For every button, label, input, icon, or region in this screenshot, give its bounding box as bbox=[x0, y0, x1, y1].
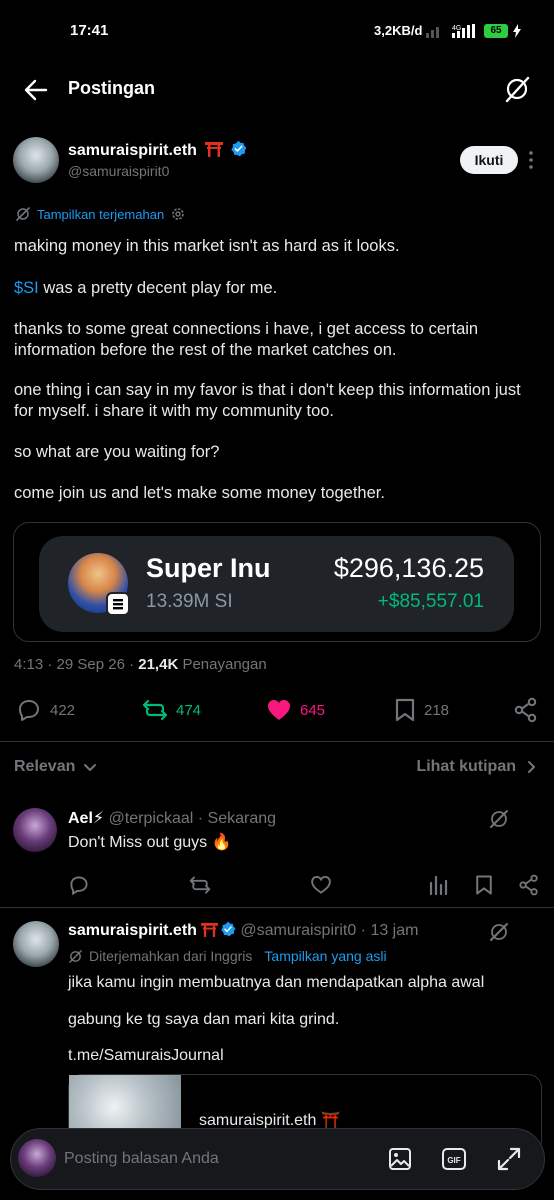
svg-text:GIF: GIF bbox=[447, 1156, 460, 1165]
verified-badge-icon bbox=[231, 140, 247, 157]
avatar[interactable] bbox=[13, 921, 59, 967]
views-icon[interactable] bbox=[428, 874, 450, 896]
bookmark-button[interactable]: 218 bbox=[394, 696, 449, 724]
show-original-link[interactable]: Tampilkan yang asli bbox=[264, 948, 386, 964]
reply-handle-time: @terpickaal · Sekarang bbox=[108, 810, 277, 827]
token-value: $296,136.25 bbox=[333, 553, 484, 583]
bookmark-icon bbox=[395, 698, 415, 722]
reply-text: Don't Miss out guys 🔥 bbox=[68, 834, 232, 851]
token-gain: +$85,557.01 bbox=[377, 591, 484, 612]
heart-icon[interactable] bbox=[310, 874, 332, 896]
signal-icon: 4G bbox=[426, 24, 475, 38]
post-paragraph: so what are you waiting for? bbox=[14, 443, 220, 461]
grok-icon bbox=[16, 207, 30, 221]
grok-icon[interactable] bbox=[488, 921, 510, 943]
reply-text: gabung ke tg saya dan mari kita grind. bbox=[68, 1011, 340, 1028]
charging-icon bbox=[513, 24, 521, 38]
status-net-speed: 3,2KB/d bbox=[374, 23, 423, 38]
bookmark-count: 218 bbox=[424, 701, 450, 719]
share-icon[interactable] bbox=[518, 874, 540, 896]
expand-icon[interactable] bbox=[496, 1146, 522, 1172]
reply-text: jika kamu ingin membuatnya dan mendapatk… bbox=[68, 974, 485, 991]
svg-text:4G: 4G bbox=[452, 25, 461, 32]
heart-icon bbox=[268, 700, 290, 720]
reply-input[interactable]: Posting balasan Anda bbox=[64, 1150, 219, 1168]
bookmark-icon[interactable] bbox=[474, 874, 494, 896]
view-count: 21,4K bbox=[138, 656, 179, 673]
grok-icon[interactable] bbox=[488, 808, 510, 830]
divider bbox=[0, 907, 554, 908]
chain-badge-icon bbox=[106, 592, 130, 616]
gif-icon[interactable]: GIF bbox=[441, 1146, 467, 1172]
reply-count: 422 bbox=[50, 701, 76, 719]
author-name[interactable]: samuraispirit.eth bbox=[68, 140, 247, 160]
link-preview-title: samuraispirit.eth ⛩️ bbox=[199, 1112, 341, 1129]
author-avatar[interactable] bbox=[13, 137, 59, 183]
token-amount: 13.39M SI bbox=[146, 591, 233, 612]
reply-author-name: samuraispirit.eth bbox=[68, 922, 197, 939]
post-paragraph: making money in this market isn't as har… bbox=[14, 237, 400, 255]
reply-author-name: Ael⚡ bbox=[68, 810, 105, 827]
token-name: Super Inu bbox=[146, 553, 271, 583]
gear-icon[interactable] bbox=[170, 206, 186, 222]
more-options-icon[interactable] bbox=[524, 148, 538, 172]
grok-icon bbox=[69, 949, 82, 963]
repost-count: 474 bbox=[176, 701, 202, 719]
telegram-link[interactable]: t.me/SamuraisJournal bbox=[68, 1047, 224, 1065]
chevron-down-icon bbox=[84, 764, 97, 771]
share-icon[interactable] bbox=[513, 697, 539, 723]
status-bar: 17:41 3,2KB/d 4G 65 bbox=[0, 0, 554, 62]
status-time: 17:41 bbox=[70, 22, 109, 39]
reply-icon bbox=[19, 700, 39, 721]
avatar[interactable] bbox=[13, 808, 57, 852]
author-handle[interactable]: @samuraispirit0 bbox=[68, 163, 169, 179]
verified-badge-icon bbox=[221, 921, 236, 937]
ticker-link[interactable]: $SI bbox=[14, 279, 39, 297]
repost-button[interactable]: 474 bbox=[142, 696, 201, 724]
back-arrow-icon[interactable] bbox=[22, 76, 50, 104]
reply-header[interactable]: Ael⚡ @terpickaal · Sekarang bbox=[68, 808, 276, 828]
reply-handle-time: @samuraispirit0 · 13 jam bbox=[240, 922, 419, 939]
page-title: Postingan bbox=[68, 78, 156, 98]
image-icon[interactable] bbox=[387, 1146, 413, 1172]
translated-from-label: Diterjemahkan dari Inggris bbox=[89, 948, 253, 964]
reply-header[interactable]: samuraispirit.eth @samuraispirit0 · 13 j… bbox=[68, 921, 418, 940]
chevron-right-icon bbox=[528, 761, 535, 773]
torii-emoji-icon bbox=[201, 922, 218, 937]
translated-row: Diterjemahkan dari Inggris Tampilkan yan… bbox=[68, 948, 387, 964]
top-bar: Postingan bbox=[0, 62, 554, 118]
repost-icon[interactable] bbox=[189, 874, 211, 896]
like-count: 645 bbox=[300, 701, 326, 719]
post-paragraph: come join us and let's make some money t… bbox=[14, 484, 385, 502]
sort-label: Relevan bbox=[14, 758, 76, 775]
repost-icon bbox=[142, 699, 168, 721]
sort-dropdown[interactable]: Relevan bbox=[14, 758, 97, 776]
show-translation-link[interactable]: Tampilkan terjemahan bbox=[15, 204, 186, 224]
follow-button[interactable]: Ikuti bbox=[460, 146, 518, 174]
post-paragraph: one thing i can say in my favor is that … bbox=[14, 381, 521, 420]
show-translation-label: Tampilkan terjemahan bbox=[37, 206, 165, 222]
like-button[interactable]: 645 bbox=[266, 696, 325, 724]
reply-icon[interactable] bbox=[68, 874, 90, 896]
divider bbox=[0, 741, 554, 742]
view-quotes-label: Lihat kutipan bbox=[416, 758, 516, 775]
view-quotes-link[interactable]: Lihat kutipan bbox=[416, 758, 538, 776]
grok-icon[interactable] bbox=[502, 74, 532, 104]
avatar bbox=[18, 1139, 56, 1177]
reply-button[interactable]: 422 bbox=[16, 696, 75, 724]
post-paragraph: $SI was a pretty decent play for me. bbox=[14, 279, 278, 297]
post-paragraph: thanks to some great connections i have,… bbox=[14, 320, 479, 359]
torii-emoji-icon bbox=[205, 142, 224, 157]
battery-icon: 65 bbox=[484, 24, 508, 38]
post-meta: 4:13 · 29 Sep 26 · 21,4K Penayangan bbox=[14, 656, 267, 673]
